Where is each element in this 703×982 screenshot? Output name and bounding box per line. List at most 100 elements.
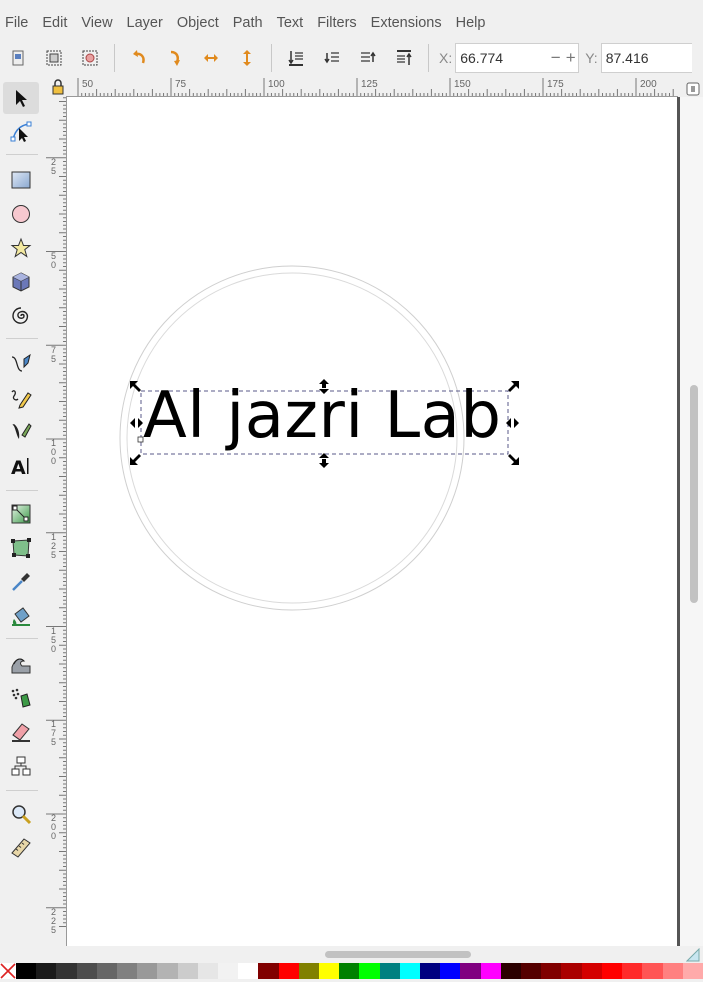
menu-filters[interactable]: Filters (310, 15, 363, 31)
pencil-tool[interactable] (3, 382, 39, 414)
color-swatch[interactable] (117, 963, 138, 979)
menu-view[interactable]: View (74, 15, 119, 31)
zoom-corner-icon[interactable] (686, 82, 700, 96)
color-swatch[interactable] (460, 963, 481, 979)
menu-help[interactable]: Help (449, 15, 493, 31)
calligraphy-tool[interactable] (3, 416, 39, 448)
color-swatch[interactable] (561, 963, 582, 979)
menu-path[interactable]: Path (226, 15, 270, 31)
select-all-button[interactable] (0, 40, 36, 76)
color-swatch[interactable] (36, 963, 57, 979)
text-tool[interactable]: A (3, 450, 39, 482)
ruler-label: 225 (51, 907, 57, 935)
color-swatch[interactable] (319, 963, 340, 979)
flip-vertical-button[interactable] (229, 40, 265, 76)
separator (428, 44, 429, 72)
no-paint-swatch[interactable] (0, 963, 16, 979)
color-swatch[interactable] (541, 963, 562, 979)
eraser-tool[interactable] (3, 716, 39, 748)
color-swatch[interactable] (642, 963, 663, 979)
lock-guides-icon[interactable] (50, 79, 66, 95)
tweak-tool[interactable] (3, 648, 39, 680)
ruler-label: 50 (51, 251, 57, 270)
color-swatch[interactable] (278, 963, 299, 979)
zoom-tool[interactable] (3, 798, 39, 830)
lower-to-bottom-button[interactable] (278, 40, 314, 76)
mesh-tool[interactable] (3, 532, 39, 564)
y-input[interactable] (601, 50, 690, 66)
star-tool[interactable] (3, 232, 39, 264)
color-swatch[interactable] (258, 963, 279, 979)
x-increment-button[interactable]: + (563, 48, 578, 68)
separator (6, 338, 38, 339)
x-coordinate-field: − + (455, 43, 580, 73)
rectangle-tool[interactable] (3, 164, 39, 196)
color-swatch[interactable] (622, 963, 643, 979)
raise-to-top-icon (397, 50, 412, 65)
select-all-in-all-layers-button[interactable] (36, 40, 72, 76)
color-swatch[interactable] (521, 963, 542, 979)
gradient-tool[interactable] (3, 498, 39, 530)
menu-text[interactable]: Text (270, 15, 311, 31)
color-swatch[interactable] (359, 963, 380, 979)
color-swatch[interactable] (601, 963, 623, 979)
color-swatch[interactable] (339, 963, 360, 979)
color-swatch[interactable] (500, 963, 522, 979)
color-swatch[interactable] (56, 963, 77, 979)
raise-to-top-button[interactable] (386, 40, 422, 76)
x-decrement-button[interactable]: − (548, 48, 563, 68)
arrow-pointer-icon (16, 90, 27, 107)
flip-horizontal-button[interactable] (193, 40, 229, 76)
ellipse-tool[interactable] (3, 198, 39, 230)
raise-button[interactable] (350, 40, 386, 76)
menu-extensions[interactable]: Extensions (364, 15, 449, 31)
menu-file[interactable]: File (0, 15, 35, 31)
pen-icon (11, 353, 31, 372)
menu-layer[interactable]: Layer (120, 15, 170, 31)
x-input[interactable] (456, 50, 549, 66)
invert-selection-icon (82, 50, 98, 66)
color-swatch[interactable] (379, 963, 400, 979)
spray-tool[interactable] (3, 682, 39, 714)
color-swatch[interactable] (137, 963, 158, 979)
connector-tool[interactable] (3, 750, 39, 782)
3d-box-tool[interactable] (3, 266, 39, 298)
color-swatch[interactable] (96, 963, 118, 979)
color-swatch[interactable] (662, 963, 683, 979)
color-swatch[interactable] (177, 963, 198, 979)
measure-tool[interactable] (3, 832, 39, 864)
color-managed-icon[interactable] (686, 948, 700, 962)
spiral-tool[interactable] (3, 300, 39, 332)
rotate-cw-button[interactable] (157, 40, 193, 76)
color-swatch[interactable] (16, 963, 37, 979)
paint-bucket-tool[interactable] (3, 600, 39, 632)
color-swatch[interactable] (682, 963, 703, 979)
color-swatch[interactable] (218, 963, 239, 979)
dropper-tool[interactable] (3, 566, 39, 598)
cube-icon (12, 272, 30, 292)
color-swatch[interactable] (197, 963, 219, 979)
color-swatch[interactable] (298, 963, 320, 979)
color-swatch[interactable] (399, 963, 421, 979)
color-swatch[interactable] (581, 963, 602, 979)
drawing-canvas[interactable]: Al jazri Lab (67, 97, 678, 946)
color-swatch[interactable] (420, 963, 441, 979)
invert-selection-button[interactable] (72, 40, 108, 76)
selector-tool[interactable] (3, 82, 39, 114)
color-swatch[interactable] (440, 963, 461, 979)
vertical-scrollbar-thumb[interactable] (690, 385, 698, 603)
rotate-ccw-button[interactable] (121, 40, 157, 76)
lower-button[interactable] (314, 40, 350, 76)
canvas-text-object[interactable]: Al jazri Lab (143, 384, 501, 448)
menu-object[interactable]: Object (170, 15, 226, 31)
color-swatch[interactable] (238, 963, 259, 979)
color-palette (0, 963, 703, 979)
node-tool[interactable] (3, 116, 39, 148)
bezier-tool[interactable] (3, 348, 39, 380)
menu-edit[interactable]: Edit (35, 15, 74, 31)
ruler-label: 75 (175, 79, 187, 90)
color-swatch[interactable] (76, 963, 97, 979)
color-swatch[interactable] (480, 963, 501, 979)
horizontal-scrollbar-thumb[interactable] (325, 951, 471, 958)
color-swatch[interactable] (157, 963, 178, 979)
